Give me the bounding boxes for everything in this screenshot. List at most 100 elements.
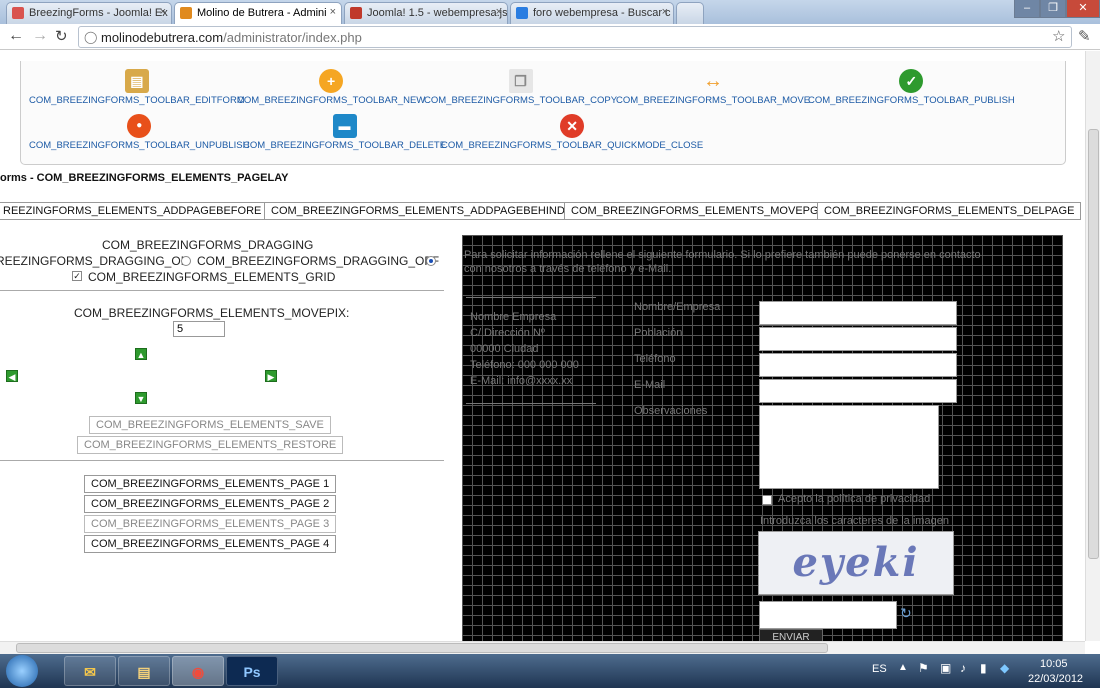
form-intro-text-2: con nosotros a través de teléfono y e-Ma… xyxy=(464,263,672,275)
divider xyxy=(0,460,444,461)
google-favicon-icon xyxy=(516,7,528,19)
form-input-city[interactable] xyxy=(759,327,957,351)
field-label: Observaciones xyxy=(634,405,708,417)
unpublish-icon: ● xyxy=(127,114,152,138)
radio-dot-icon xyxy=(429,259,433,263)
signal-icon[interactable]: ▮ xyxy=(980,661,987,675)
arrow-up-icon[interactable]: ▲ xyxy=(135,348,147,360)
form-input-phone[interactable] xyxy=(759,353,957,377)
arrow-right-icon[interactable]: ▶ xyxy=(265,370,277,382)
page-4-button[interactable]: COM_BREEZINGFORMS_ELEMENTS_PAGE 4 xyxy=(84,535,337,553)
dragging-off-label: COM_BREEZINGFORMS_DRAGGING_OFF xyxy=(197,254,440,268)
form-input-email[interactable] xyxy=(759,379,957,403)
explorer-taskbar-icon[interactable]: ▤ xyxy=(118,656,170,686)
forward-icon[interactable]: → xyxy=(32,27,48,45)
browser-tab-3[interactable]: Joomla! 1.5 - webempresa.js × xyxy=(344,2,508,24)
clock-date[interactable]: 22/03/2012 xyxy=(1028,673,1083,685)
tab-close-icon[interactable]: × xyxy=(160,6,166,18)
move-arrows-icon: ↔ xyxy=(703,70,724,92)
start-button-icon[interactable] xyxy=(6,655,38,687)
minimize-icon[interactable]: – xyxy=(1014,0,1040,18)
save-button[interactable]: COM_BREEZINGFORMS_ELEMENTS_SAVE xyxy=(89,416,331,434)
page-layout-title: orms - COM_BREEZINGFORMS_ELEMENTS_PAGELA… xyxy=(0,172,289,184)
toolbar-new-button[interactable]: + COM_BREEZINGFORMS_TOOLBAR_NEW xyxy=(237,69,425,106)
privacy-checkbox[interactable] xyxy=(762,495,772,505)
dragging-on-label: REEZINGFORMS_DRAGGING_ON xyxy=(0,254,190,268)
close-window-icon[interactable]: ✕ xyxy=(1066,0,1100,18)
folder-icon: ▤ xyxy=(124,69,149,93)
language-indicator[interactable]: ES xyxy=(872,663,887,675)
restore-button[interactable]: COM_BREEZINGFORMS_ELEMENTS_RESTORE xyxy=(77,436,344,454)
bookmark-star-icon[interactable]: ☆ xyxy=(1052,27,1065,45)
form-design-canvas[interactable]: Para solicitar información rellene el si… xyxy=(462,235,1063,641)
browser-tab-2[interactable]: Molino de Butrera - Admini × xyxy=(174,2,342,24)
new-tab-button[interactable] xyxy=(676,2,704,24)
refresh-captcha-icon[interactable]: ↻ xyxy=(900,605,912,622)
company-line: Nombre Empresa xyxy=(470,311,557,323)
tab-close-icon[interactable]: × xyxy=(330,6,336,18)
toolbar-move-button[interactable]: ↔ COM_BREEZINGFORMS_TOOLBAR_MOVE xyxy=(616,69,810,106)
form-intro-text: Para solicitar información rellene el si… xyxy=(464,249,981,261)
address-bar[interactable]: ◯ molinodebutrera.com/administrator/inde… xyxy=(78,26,1072,48)
toolbar-copy-button[interactable]: ❐ COM_BREEZINGFORMS_TOOLBAR_COPY xyxy=(424,69,617,106)
toolbar-quickmode-close-button[interactable]: ✕ COM_BREEZINGFORMS_TOOLBAR_QUICKMODE_CL… xyxy=(441,114,703,151)
page-icon: ◯ xyxy=(84,30,98,44)
back-icon[interactable]: ← xyxy=(8,27,24,45)
dragging-on-radio[interactable] xyxy=(181,256,191,266)
browser-tab-4[interactable]: foro webempresa - Buscar c × xyxy=(510,2,674,24)
show-hidden-icons-icon[interactable]: ▲ xyxy=(898,662,908,673)
divider xyxy=(0,290,444,291)
toolbar-delete-button[interactable]: ▬ COM_BREEZINGFORMS_TOOLBAR_DELETE xyxy=(243,114,446,151)
field-label: Teléfono xyxy=(634,353,676,365)
dragging-title: COM_BREEZINGFORMS_DRAGGING xyxy=(102,238,314,252)
chrome-taskbar-icon[interactable]: ◉ xyxy=(172,656,224,686)
toolbar-editform-button[interactable]: ▤ COM_BREEZINGFORMS_TOOLBAR_EDITFORM xyxy=(29,69,245,106)
movepix-label: COM_BREEZINGFORMS_ELEMENTS_MOVEPIX: xyxy=(74,306,350,320)
toolbar-publish-button[interactable]: ✓ COM_BREEZINGFORMS_TOOLBAR_PUBLISH xyxy=(808,69,1015,106)
field-label: Nombre/Empresa xyxy=(634,301,721,313)
divider xyxy=(466,297,596,298)
toolbar-unpublish-button[interactable]: ● COM_BREEZINGFORMS_TOOLBAR_UNPUBLISH xyxy=(29,114,249,151)
grid-label: COM_BREEZINGFORMS_ELEMENTS_GRID xyxy=(88,270,336,284)
vertical-scrollbar[interactable] xyxy=(1085,51,1100,641)
page-2-button[interactable]: COM_BREEZINGFORMS_ELEMENTS_PAGE 2 xyxy=(84,495,337,513)
clock-time[interactable]: 10:05 xyxy=(1040,658,1068,670)
volume-icon[interactable]: ♪ xyxy=(960,661,966,675)
tab-close-icon[interactable]: × xyxy=(662,6,668,18)
browser-nav-bar: ← → ↻ ◯ molinodebutrera.com/administrato… xyxy=(0,24,1100,50)
captcha-image: eyeki xyxy=(758,531,954,595)
dropbox-icon[interactable]: ◆ xyxy=(1000,661,1009,675)
tab-close-icon[interactable]: × xyxy=(496,6,502,18)
webempresa-favicon-icon xyxy=(350,7,362,19)
outlook-taskbar-icon[interactable]: ✉ xyxy=(64,656,116,686)
form-input-name[interactable] xyxy=(759,301,957,325)
horizontal-scrollbar[interactable] xyxy=(0,641,1085,654)
photoshop-taskbar-icon[interactable]: Ps xyxy=(226,656,278,686)
scroll-thumb[interactable] xyxy=(1088,129,1099,559)
check-icon: ✓ xyxy=(899,69,924,93)
network-icon[interactable]: ▣ xyxy=(940,661,951,675)
maximize-icon[interactable]: ❐ xyxy=(1040,0,1066,18)
admin-toolbar: ▤ COM_BREEZINGFORMS_TOOLBAR_EDITFORM + C… xyxy=(20,61,1066,165)
submit-button[interactable]: ENVIAR xyxy=(759,629,823,641)
browser-tab-1[interactable]: BreezingForms - Joomla! Ex × xyxy=(6,2,172,24)
add-page-before-button[interactable]: REEZINGFORMS_ELEMENTS_ADDPAGEBEFORE xyxy=(0,202,269,220)
field-label: Población xyxy=(634,327,683,339)
dragging-off-radio[interactable] xyxy=(426,256,436,266)
page-3-button[interactable]: COM_BREEZINGFORMS_ELEMENTS_PAGE 3 xyxy=(84,515,337,533)
flag-icon[interactable]: ⚑ xyxy=(918,661,929,675)
add-page-behind-button[interactable]: COM_BREEZINGFORMS_ELEMENTS_ADDPAGEBEHIND xyxy=(264,202,572,220)
grid-checkbox[interactable]: ✓ xyxy=(72,271,82,281)
wrench-icon[interactable]: ✎ xyxy=(1078,27,1091,45)
page-1-button[interactable]: COM_BREEZINGFORMS_ELEMENTS_PAGE 1 xyxy=(84,475,337,493)
movepix-input[interactable] xyxy=(173,321,225,337)
company-line: E-Mail: info@xxxx.xx xyxy=(470,375,573,387)
captcha-input[interactable] xyxy=(759,601,897,629)
reload-icon[interactable]: ↻ xyxy=(55,27,68,45)
arrow-left-icon[interactable]: ◀ xyxy=(6,370,18,382)
scroll-thumb[interactable] xyxy=(16,643,828,653)
arrow-down-icon[interactable]: ▼ xyxy=(135,392,147,404)
move-page-button[interactable]: COM_BREEZINGFORMS_ELEMENTS_MOVEPG xyxy=(564,202,826,220)
form-textarea-notes[interactable] xyxy=(759,405,939,489)
delete-page-button[interactable]: COM_BREEZINGFORMS_ELEMENTS_DELPAGE xyxy=(817,202,1082,220)
